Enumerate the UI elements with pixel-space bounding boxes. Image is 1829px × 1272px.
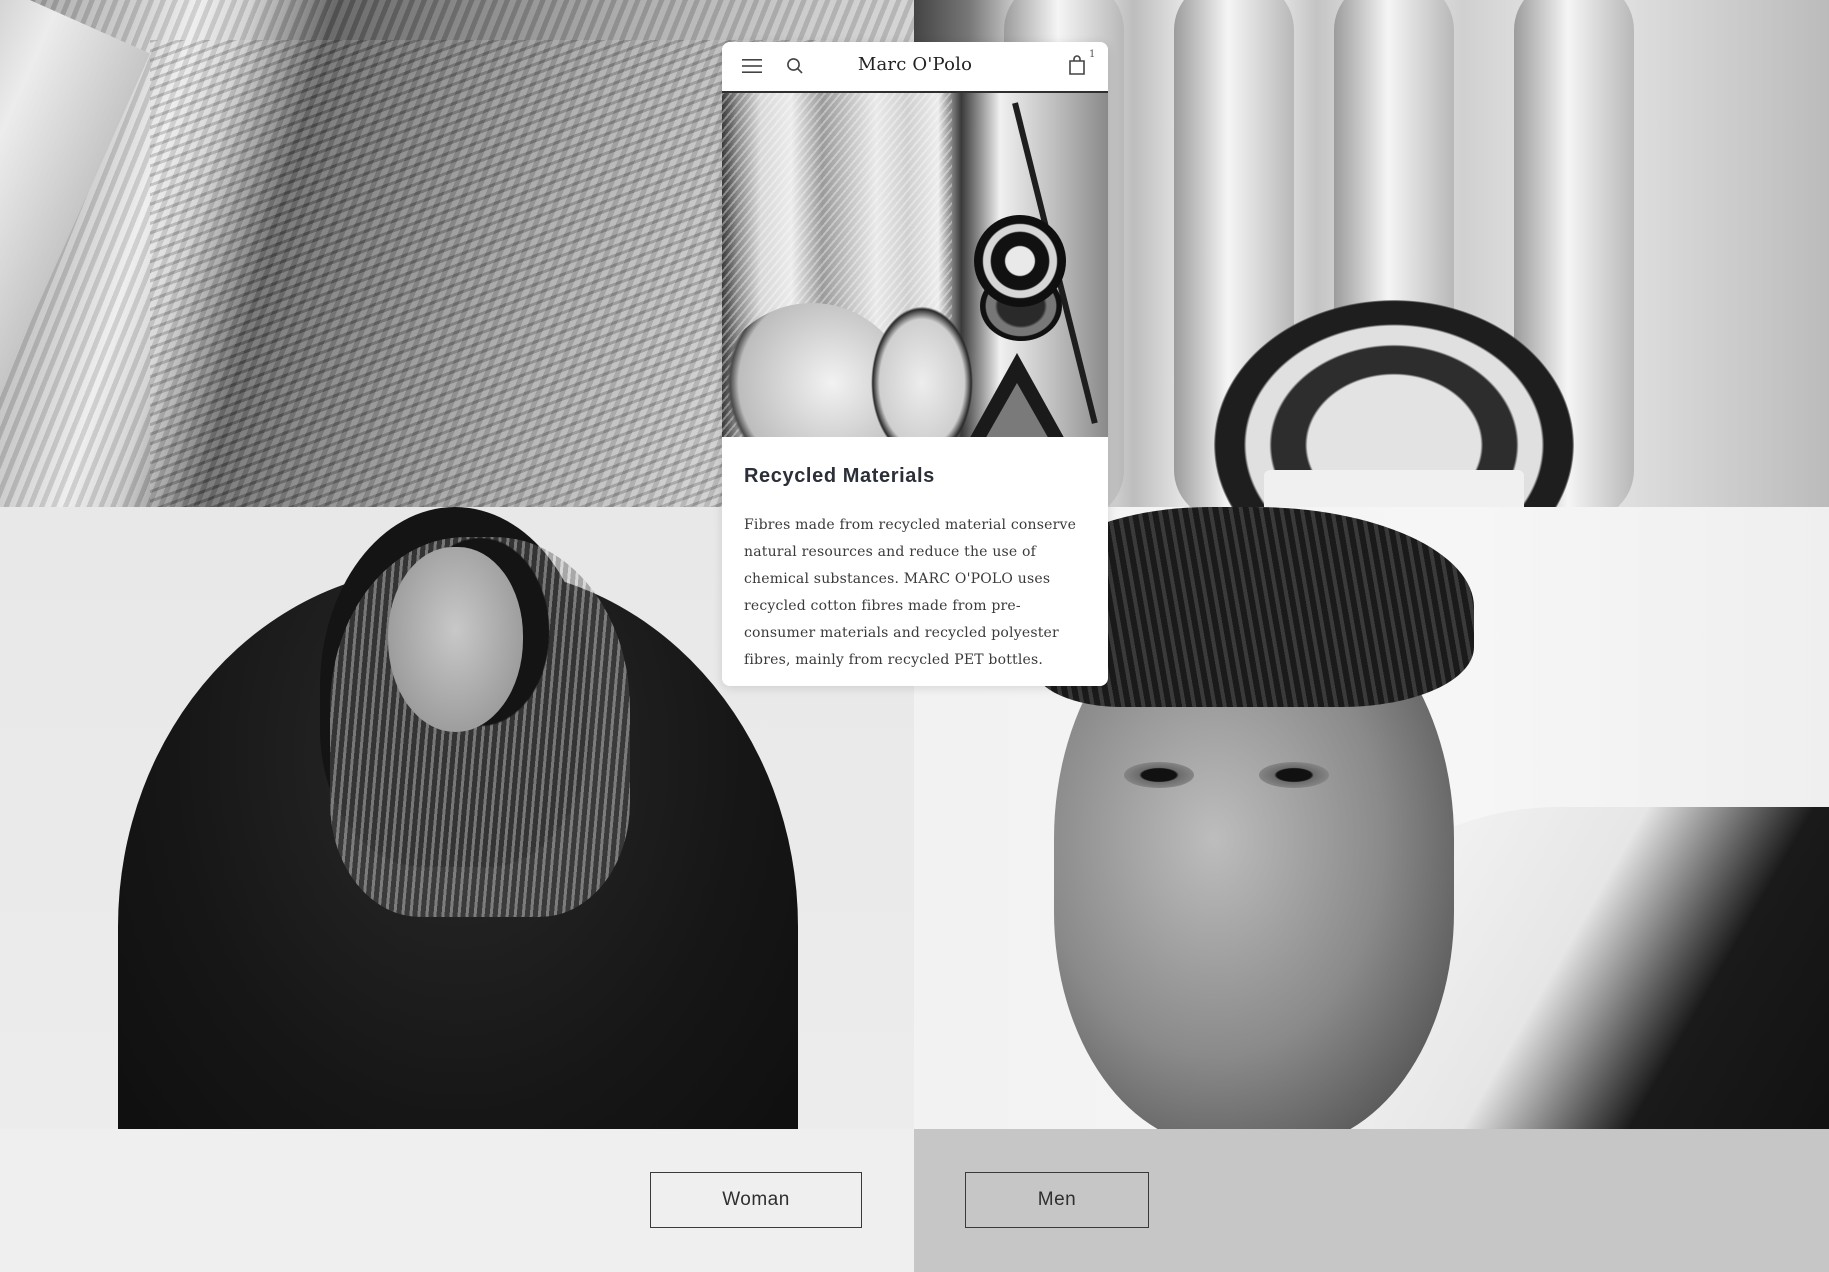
- eye: [1124, 762, 1194, 788]
- article-title: Recycled Materials: [744, 465, 935, 487]
- spool-stand-inner: [984, 383, 1050, 437]
- face: [388, 547, 523, 732]
- cart-count-badge[interactable]: 1: [1089, 49, 1095, 60]
- thread-spool: [974, 215, 1066, 307]
- article-content: Recycled Materials Fibres made from recy…: [722, 437, 1108, 674]
- article-body: Fibres made from recycled material conse…: [744, 517, 1077, 668]
- thread-spool-core: [1264, 470, 1524, 507]
- men-category-bar: Men: [914, 1129, 1829, 1272]
- article-hero-image: [722, 93, 1108, 437]
- mobile-page-card: Marc O'Polo 1 Recycled Materials Fibres …: [722, 42, 1108, 686]
- shopping-bag-icon[interactable]: [1068, 55, 1086, 75]
- eye: [1259, 762, 1329, 788]
- brand-logo[interactable]: Marc O'Polo: [722, 54, 1108, 75]
- woman-button[interactable]: Woman: [650, 1172, 862, 1228]
- woman-category-bar: Woman: [0, 1129, 914, 1272]
- site-header: Marc O'Polo 1: [722, 42, 1108, 93]
- men-button[interactable]: Men: [965, 1172, 1149, 1228]
- loom-edge: [0, 0, 151, 507]
